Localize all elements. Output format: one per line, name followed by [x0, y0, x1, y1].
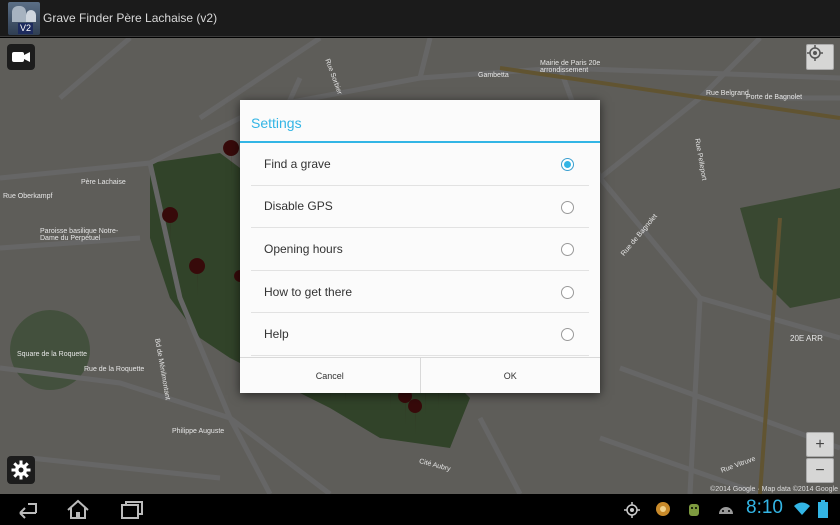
map-label: Mairie de Paris 20e arrondissement	[540, 60, 601, 74]
map-label: Père Lachaise	[81, 179, 126, 186]
map-label: Gambetta	[478, 72, 509, 79]
gear-icon	[11, 460, 31, 480]
map-copyright: ©2014 Google · Map data ©2014 Google	[710, 486, 838, 493]
ok-button[interactable]: OK	[419, 358, 600, 393]
option-find-a-grave[interactable]: Find a grave	[251, 143, 589, 186]
dialog-button-bar: Cancel OK	[240, 357, 600, 393]
option-opening-hours[interactable]: Opening hours	[251, 228, 589, 271]
settings-button[interactable]	[7, 456, 35, 484]
notification-app-icon	[656, 502, 670, 516]
system-nav-bar: 8:10	[0, 494, 840, 525]
battery-icon	[818, 500, 828, 518]
app-title: Grave Finder Père Lachaise (v2)	[43, 11, 218, 25]
app-icon[interactable]: V2	[8, 2, 40, 35]
radio-button-selected[interactable]	[561, 158, 574, 171]
app-icon-badge: V2	[18, 23, 34, 34]
cancel-button[interactable]: Cancel	[240, 358, 420, 393]
notification-android-icon	[689, 504, 699, 516]
option-label: Help	[264, 327, 289, 342]
zoom-out-button[interactable]: −	[806, 458, 834, 483]
map-label: Porte de Bagnolet	[746, 94, 803, 101]
video-camera-button[interactable]	[7, 44, 35, 70]
video-camera-icon	[12, 52, 30, 62]
zoom-in-button[interactable]: +	[806, 432, 834, 457]
my-location-button[interactable]	[806, 44, 834, 70]
my-location-icon	[807, 45, 823, 61]
radio-button[interactable]	[561, 243, 574, 257]
notification-debug-icon	[719, 507, 733, 514]
gps-icon	[624, 502, 640, 518]
status-clock: 8:10	[746, 497, 783, 518]
settings-dialog: Settings Find a grave Disable GPS Openin…	[240, 100, 600, 393]
radio-button[interactable]	[561, 285, 574, 299]
option-label: How to get there	[264, 284, 353, 299]
dialog-title: Settings	[240, 100, 600, 143]
option-disable-gps[interactable]: Disable GPS	[251, 186, 589, 229]
map-label: Rue Oberkampf	[3, 193, 53, 200]
wifi-icon	[794, 502, 810, 515]
map-label: 20E ARR	[790, 334, 823, 343]
radio-button[interactable]	[561, 328, 574, 342]
map-label: Philippe Auguste	[172, 428, 225, 435]
map-label: Square de la Roquette	[17, 351, 88, 358]
action-bar: V2 Grave Finder Père Lachaise (v2)	[0, 0, 840, 37]
option-how-to-get-there[interactable]: How to get there	[251, 271, 589, 314]
home-icon[interactable]	[65, 498, 91, 520]
back-icon[interactable]	[14, 498, 40, 520]
recent-apps-icon[interactable]	[119, 498, 145, 520]
option-label: Disable GPS	[264, 199, 333, 214]
option-label: Find a grave	[264, 156, 331, 171]
map-label: Rue de la Roquette	[84, 366, 145, 373]
option-help[interactable]: Help	[251, 313, 589, 356]
radio-button[interactable]	[561, 200, 574, 214]
map-label: Paroisse basilique Notre-Dame du Perpétu…	[40, 228, 119, 242]
map-label: Rue Belgrand	[706, 90, 749, 97]
option-label: Opening hours	[264, 241, 343, 256]
